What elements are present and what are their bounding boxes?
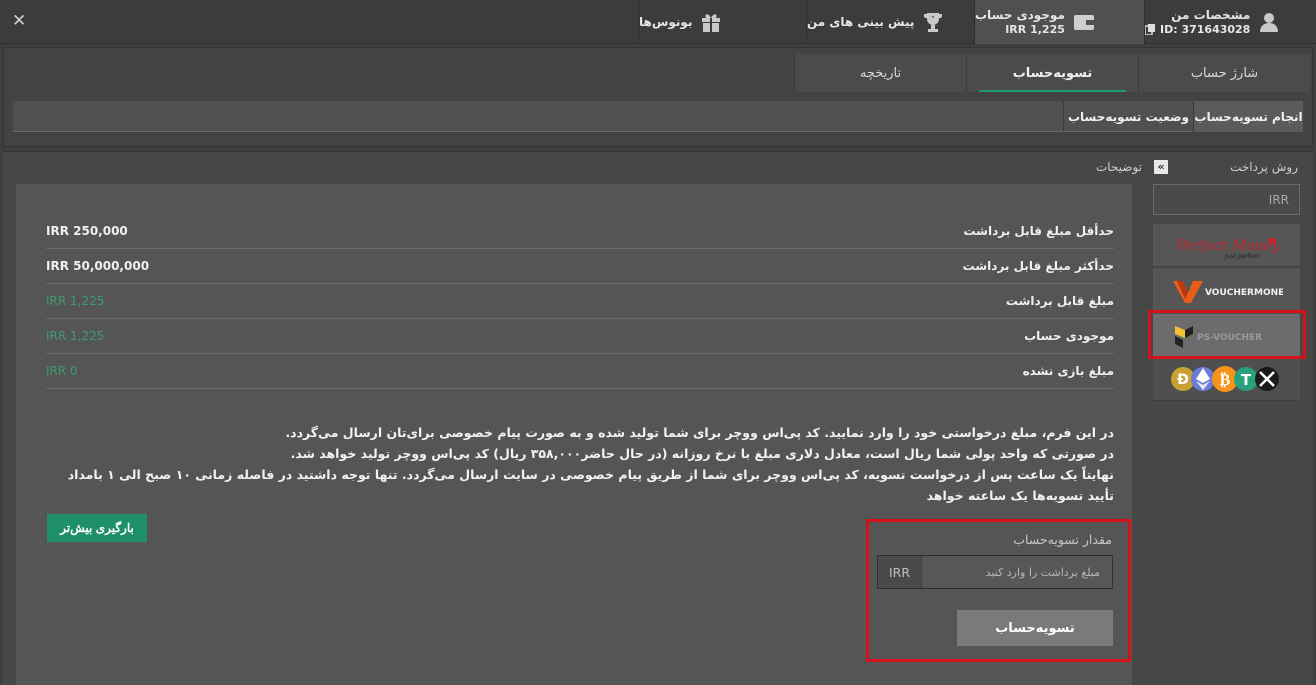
limit-row-max: IRR 50,000,000 حدأکثر مبلغ قابل برداشت	[46, 249, 1114, 284]
predictions-title: پیش بینی های من	[807, 14, 915, 29]
load-more-button[interactable]: بارگیری بیش‌تر	[47, 514, 147, 542]
tab-do-settlement[interactable]: انجام تسویه‌حساب	[1193, 101, 1303, 132]
chevron-double-left-icon[interactable]: «	[1154, 160, 1168, 174]
balance-amount: IRR 1,225	[1005, 23, 1065, 36]
crypto-coins-icon: Đ ₿ T	[1170, 366, 1279, 392]
method-perfect-money[interactable]: Perfect Money Just perfect	[1153, 224, 1300, 267]
limit-label: حدأکثر مبلغ قابل برداشت	[962, 259, 1114, 273]
perfect-money-logo: Perfect Money Just perfect	[1176, 238, 1279, 260]
info-text: در این فرم، مبلغ درخواستی خود را وارد نم…	[50, 422, 1114, 506]
tab-bonuses[interactable]: بونوس‌ها	[638, 0, 806, 44]
svg-text:VOUCHERMONEY: VOUCHERMONEY	[1205, 288, 1283, 298]
gift-icon	[702, 14, 721, 32]
close-icon[interactable]: ✕	[12, 11, 26, 31]
limit-row-unplayed: IRR 0 مبلغ بازی نشده	[46, 354, 1114, 389]
description-label: توضیحات	[1095, 160, 1142, 174]
limit-label: مبلغ بازی نشده	[1022, 364, 1114, 378]
tab-predictions[interactable]: پیش بینی های من	[806, 0, 974, 44]
profile-id: ID: 371643028	[1160, 23, 1251, 36]
limit-value: IRR 1,225	[46, 329, 105, 343]
info-line: در صورتی که واحد پولی شما ریال است، معاد…	[290, 446, 1114, 461]
method-vouchermoney[interactable]: VOUCHERMONEY	[1153, 269, 1300, 312]
info-line: نهایتاً یک ساعت پس از درخواست تسویه، کد …	[67, 467, 1114, 503]
highlight-settle-form	[866, 519, 1131, 662]
limit-row-balance: IRR 1,225 موجودی حساب	[46, 319, 1114, 354]
wallet-icon	[1073, 15, 1094, 30]
svg-text:Perfect Money: Perfect Money	[1176, 238, 1279, 254]
tab-profile[interactable]: مشخصات من ID: 371643028	[1144, 0, 1316, 44]
sub-tabs: شارژ حساب تسویه‌حساب تاریخچه	[794, 54, 1310, 92]
vouchermoney-logo: VOUCHERMONEY	[1172, 281, 1283, 303]
tab-balance[interactable]: موجودی حساب IRR 1,225	[974, 0, 1144, 44]
limit-value: IRR 1,225	[46, 294, 105, 308]
limit-label: موجودی حساب	[1024, 329, 1114, 343]
svg-text:Đ: Đ	[1177, 372, 1189, 388]
balance-title: موجودی حساب	[975, 8, 1065, 22]
limit-row-withdrawable: IRR 1,225 مبلغ قابل برداشت	[46, 284, 1114, 319]
limit-label: مبلغ قابل برداشت	[1005, 294, 1114, 308]
limit-value: IRR 250,000	[46, 224, 128, 238]
svg-text:T: T	[1240, 371, 1251, 389]
tab-withdraw[interactable]: تسویه‌حساب	[966, 54, 1138, 92]
copy-icon[interactable]	[1145, 24, 1155, 35]
highlight-ps-voucher	[1148, 310, 1306, 359]
info-line: در این فرم، مبلغ درخواستی خود را وارد نم…	[285, 425, 1114, 440]
currency-filter[interactable]: IRR	[1153, 184, 1300, 215]
trophy-icon	[924, 13, 943, 32]
limit-value: IRR 0	[46, 364, 78, 378]
tab-settlement-status[interactable]: وضعیت تسویه‌حساب	[1063, 101, 1193, 132]
tab-deposit[interactable]: شارژ حساب	[1138, 54, 1310, 92]
tab-history[interactable]: تاریخچه	[794, 54, 966, 92]
section-tab-bar: انجام تسویه‌حساب وضعیت تسویه‌حساب	[13, 101, 1303, 132]
bonuses-title: بونوس‌ها	[639, 14, 693, 29]
payment-method-label: روش پرداخت	[1230, 160, 1298, 174]
svg-text:Just perfect: Just perfect	[1224, 253, 1260, 260]
top-bar: ✕ مشخصات من ID: 371643028 موجودی حساب IR…	[0, 0, 1316, 44]
limit-value: IRR 50,000,000	[46, 259, 150, 273]
limit-label: حدأقل مبلغ قابل برداشت	[963, 224, 1114, 238]
method-crypto[interactable]: Đ ₿ T	[1153, 358, 1300, 401]
svg-text:₿: ₿	[1219, 370, 1230, 389]
limit-row-min: IRR 250,000 حدأقل مبلغ قابل برداشت	[46, 214, 1114, 249]
user-icon	[1260, 13, 1279, 32]
profile-title: مشخصات من	[1171, 8, 1251, 22]
